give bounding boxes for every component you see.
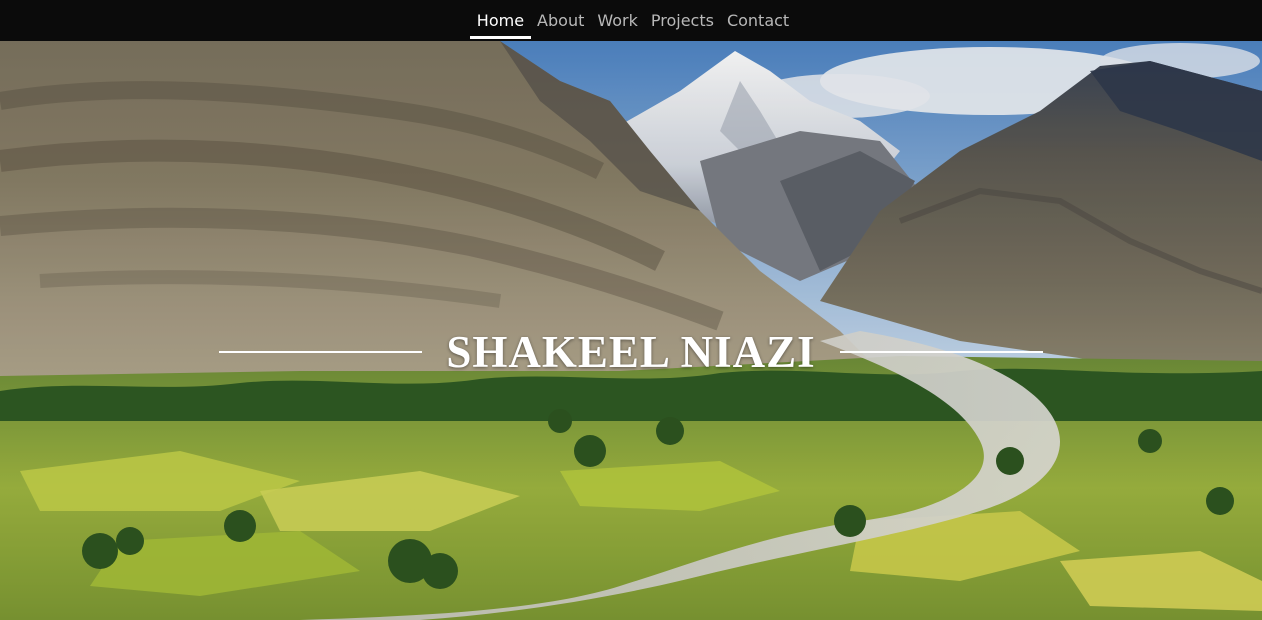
nav-work-link[interactable]: Work (591, 0, 645, 41)
title-left-rule (219, 351, 423, 353)
nav-projects-link[interactable]: Projects (644, 0, 720, 41)
nav-menu: Home About Work Projects Contact (470, 0, 795, 41)
hero-title: SHAKEEL NIAZI (446, 327, 816, 377)
hero-title-block: SHAKEEL NIAZI (0, 324, 1262, 380)
hero-section: SHAKEEL NIAZI (0, 41, 1262, 620)
nav-about-link[interactable]: About (531, 0, 591, 41)
title-right-rule (839, 351, 1043, 353)
nav-home-link[interactable]: Home (470, 0, 531, 41)
top-navbar: Home About Work Projects Contact (0, 0, 1262, 41)
nav-contact-link[interactable]: Contact (720, 0, 795, 41)
